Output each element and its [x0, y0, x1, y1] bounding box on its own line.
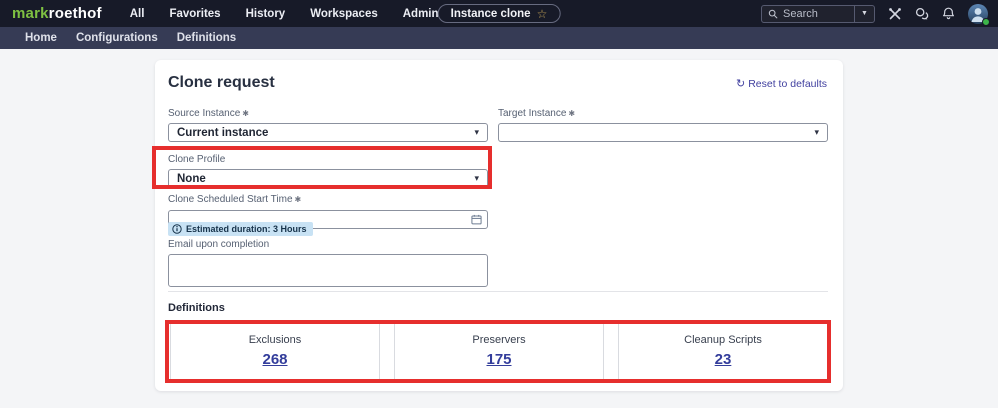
logo-green-part: mark [12, 5, 49, 22]
search-box: ▼ [761, 4, 875, 23]
search-icon [768, 9, 778, 18]
clone-profile-value: None [177, 172, 206, 185]
chat-icon[interactable] [915, 7, 929, 21]
bell-icon[interactable] [942, 7, 955, 20]
instance-clone-pill[interactable]: Instance clone ☆ [437, 4, 561, 23]
reset-label: Reset to defaults [748, 78, 827, 90]
topbar-right-cluster: ▼ [761, 3, 990, 26]
section-divider [168, 291, 828, 292]
reset-to-defaults-link[interactable]: ↻ Reset to defaults [736, 78, 827, 90]
source-instance-field: Source Instance ✱ Current instance ▾ [168, 108, 488, 142]
tools-icon[interactable] [888, 7, 902, 21]
preservers-count-link[interactable]: 175 [486, 351, 511, 368]
target-instance-field: Target Instance ✱ ▾ [498, 108, 828, 142]
top-nav: All Favorites History Workspaces Admin [130, 8, 439, 20]
caret-down-icon: ▾ [474, 173, 479, 183]
logo-white-part: roethof [48, 5, 102, 22]
definitions-cards-row: Exclusions 268 Preservers 175 Cleanup Sc… [170, 322, 828, 380]
nav-item-admin[interactable]: Admin [403, 8, 439, 20]
sub-nav: Home Configurations Definitions [0, 27, 998, 49]
info-icon [172, 224, 182, 234]
user-avatar[interactable] [968, 3, 990, 26]
top-bar: markroethof All Favorites History Worksp… [0, 0, 998, 27]
preservers-label: Preservers [472, 334, 526, 346]
clone-profile-select[interactable]: None ▾ [168, 169, 488, 188]
subnav-item-configurations[interactable]: Configurations [76, 32, 158, 44]
exclusions-label: Exclusions [248, 334, 302, 346]
search-scope-dropdown[interactable]: ▼ [854, 5, 874, 22]
presence-status-dot [982, 17, 990, 26]
estimated-duration-badge: Estimated duration: 3 Hours [168, 222, 313, 236]
clone-request-card: Clone request ↻ Reset to defaults Source… [152, 60, 843, 391]
email-label: Email upon completion [168, 239, 270, 250]
cleanup-scripts-label: Cleanup Scripts [684, 334, 762, 346]
nav-item-all[interactable]: All [130, 8, 145, 20]
caret-down-icon: ▼ [861, 10, 868, 17]
source-instance-value: Current instance [177, 126, 269, 139]
target-instance-label: Target Instance ✱ [498, 108, 576, 119]
clone-profile-label: Clone Profile [168, 154, 226, 165]
cleanup-scripts-count-link[interactable]: 23 [715, 351, 732, 368]
brand-logo[interactable]: markroethof [12, 5, 102, 22]
email-field: Email upon completion [168, 239, 488, 292]
nav-item-favorites[interactable]: Favorites [169, 8, 220, 20]
definitions-title: Definitions [168, 302, 225, 314]
pill-label: Instance clone [450, 7, 531, 20]
caret-down-icon: ▾ [474, 127, 479, 137]
nav-item-workspaces[interactable]: Workspaces [310, 8, 378, 20]
exclusions-card: Exclusions 268 [170, 322, 380, 380]
estimated-duration-text: Estimated duration: 3 Hours [186, 224, 307, 234]
search-input[interactable] [783, 7, 843, 20]
calendar-icon[interactable] [471, 212, 482, 230]
exclusions-count-link[interactable]: 268 [262, 351, 287, 368]
preservers-card: Preservers 175 [394, 322, 604, 380]
email-input[interactable] [168, 254, 488, 287]
refresh-icon: ↻ [735, 77, 746, 90]
start-time-label: Clone Scheduled Start Time ✱ [168, 194, 302, 205]
favorite-star-icon[interactable]: ☆ [537, 8, 548, 20]
required-marker-icon: ✱ [294, 195, 302, 204]
subnav-item-definitions[interactable]: Definitions [177, 32, 236, 44]
target-instance-select[interactable]: ▾ [498, 123, 828, 142]
clone-profile-field: Clone Profile None ▾ [168, 154, 488, 188]
page-title: Clone request [168, 74, 275, 91]
caret-down-icon: ▾ [814, 127, 819, 137]
subnav-item-home[interactable]: Home [25, 32, 57, 44]
source-instance-label: Source Instance ✱ [168, 108, 249, 119]
required-marker-icon: ✱ [242, 109, 249, 118]
required-marker-icon: ✱ [568, 109, 576, 118]
content-area: Clone request ↻ Reset to defaults Source… [0, 60, 998, 408]
cleanup-scripts-card: Cleanup Scripts 23 [618, 322, 828, 380]
search-field-area [762, 6, 854, 22]
source-instance-select[interactable]: Current instance ▾ [168, 123, 488, 142]
nav-item-history[interactable]: History [246, 8, 286, 20]
